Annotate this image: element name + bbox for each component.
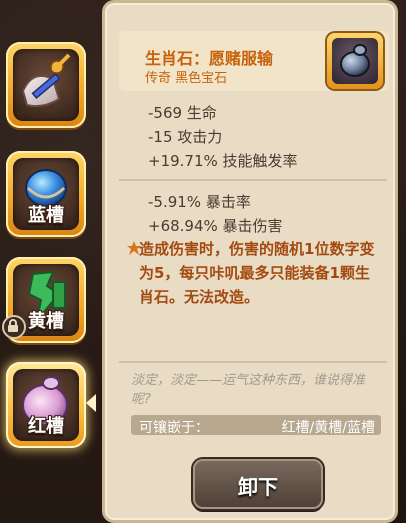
divider [119, 179, 387, 181]
item-rarity: 传奇 黑色宝石 [145, 71, 228, 86]
slot-blue[interactable]: 蓝槽 [6, 151, 86, 237]
item-detail-panel: 生肖石：愿赌服输 传奇 黑色宝石 -569 生命 -15 攻击力 +19.71%… [102, 0, 398, 523]
stat-attack: -15 攻击力 [148, 128, 223, 146]
black-gem-icon [340, 44, 370, 77]
weapon-icon [21, 53, 71, 108]
selected-indicator-arrow [86, 394, 96, 412]
stat-crit-damage: +68.94% 暴击伤害 [148, 217, 283, 235]
item-icon [327, 33, 383, 89]
divider [119, 361, 387, 363]
slot-red[interactable]: 红槽 [6, 362, 86, 448]
socket-label: 可镶嵌于： [139, 420, 209, 436]
unequip-button[interactable]: 卸下 [193, 459, 323, 509]
lock-icon [2, 315, 26, 339]
item-effect-text: 造成伤害时，伤害的随机1位数字变为5，每只咔叽最多只能装备1颗生肖石。无法改造。 [139, 240, 375, 306]
slot-weapon[interactable] [6, 42, 86, 128]
unequip-button-label: 卸下 [238, 475, 278, 499]
slot-red-label: 红槽 [28, 416, 64, 437]
socket-value: 红槽/黄槽/蓝槽 [281, 420, 375, 436]
stat-skill-trigger: +19.71% 技能触发率 [148, 152, 298, 170]
stat-crit-rate: -5.91% 暴击率 [148, 193, 251, 211]
stat-hp: -569 生命 [148, 104, 217, 122]
item-flavor-text: 淡定，淡定——运气这种东西，谁说得准呢? [131, 373, 366, 407]
slot-blue-label: 蓝槽 [28, 205, 64, 226]
item-name: 生肖石：愿赌服输 [145, 49, 274, 68]
socket-info-bar: 可镶嵌于： 红槽/黄槽/蓝槽 [131, 415, 381, 436]
